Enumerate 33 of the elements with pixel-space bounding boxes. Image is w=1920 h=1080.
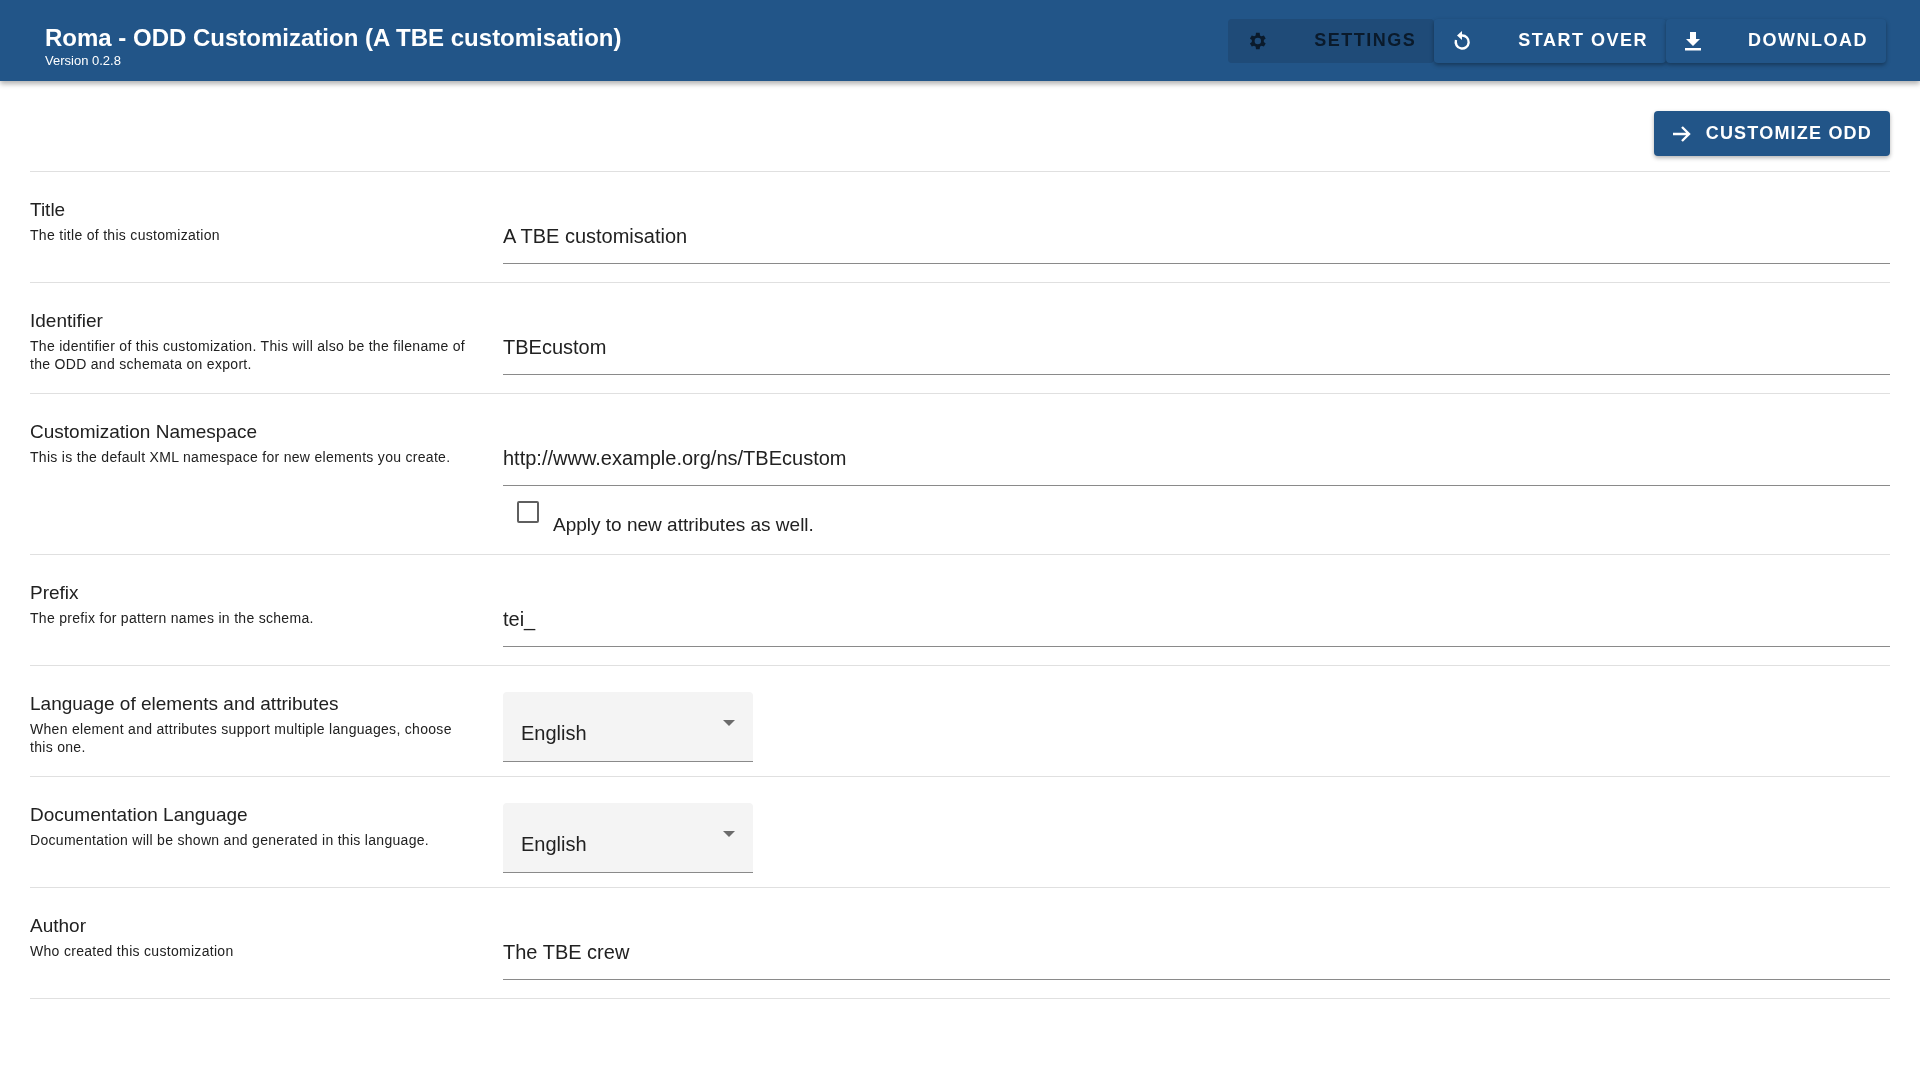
reset-icon	[1452, 29, 1473, 52]
caret-icon	[723, 720, 735, 726]
checkbox-label: Apply to new attributes as well.	[553, 513, 814, 537]
checkbox[interactable]	[517, 501, 539, 523]
text-field[interactable]: The TBE crew	[503, 917, 1890, 980]
field-description: The identifier of this customization. This will also be the filename of the ODD and schemata on export.	[30, 337, 467, 373]
field-description: Documentation will be shown and generated in this language.	[30, 830, 431, 849]
field-description: Who created this customization	[30, 941, 235, 960]
download-button[interactable]: DOWNLOAD	[1666, 18, 1886, 63]
language-dropdown[interactable]: English	[503, 691, 753, 762]
customize-odd-button[interactable]: CUSTOMIZE ODD	[1653, 111, 1890, 156]
version-label: Version 0.2.8	[45, 53, 122, 68]
field-description: The prefix for pattern names in the schema.	[30, 608, 315, 627]
field-label: Title	[30, 198, 67, 222]
text-field[interactable]: A TBE customisation	[503, 202, 1890, 264]
caret-icon	[723, 831, 735, 837]
field-description: This is the default XML namespace for new elements you create.	[30, 448, 452, 466]
text-field[interactable]: tei_	[503, 584, 1890, 647]
app-title: Roma - ODD Customization (A TBE customisation)	[45, 23, 622, 53]
text-field[interactable]: TBEcustom	[503, 313, 1890, 375]
field-label: Customization Namespace	[30, 420, 259, 444]
field-description: When element and attributes support multiple languages, choose this one.	[30, 719, 453, 756]
field-label: Author	[30, 913, 87, 938]
language-dropdown[interactable]: English	[503, 802, 753, 873]
field-label: Prefix	[30, 580, 80, 605]
arrow-right-icon	[1671, 124, 1692, 143]
field-description: The title of this customization	[30, 226, 221, 244]
field-label: Documentation Language	[30, 802, 249, 827]
start-over-button[interactable]: START OVER	[1434, 18, 1666, 63]
field-label: Identifier	[30, 309, 104, 333]
field-label: Language of elements and attributes	[30, 691, 340, 716]
download-icon	[1684, 30, 1702, 51]
text-field[interactable]: http://www.example.org/ns/TBEcustom	[503, 424, 1890, 486]
